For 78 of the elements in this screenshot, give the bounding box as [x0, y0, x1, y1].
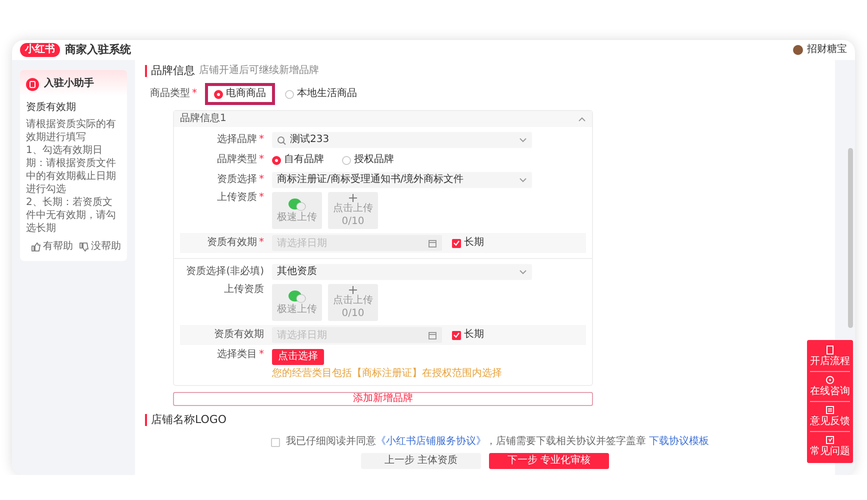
upload-button[interactable]: 点击上传 0/10: [328, 192, 378, 229]
radio-button[interactable]: [214, 90, 223, 98]
float-bar-item[interactable]: 在线咨询: [810, 372, 850, 402]
quick-upload-button[interactable]: 极速上传: [272, 284, 322, 321]
helper-title: 入驻小助手: [44, 78, 94, 90]
field-label: 资质选择: [217, 174, 257, 186]
thumbs-down-icon: [79, 242, 89, 252]
checkbox[interactable]: [452, 330, 461, 340]
field-label: 品牌类型: [217, 154, 257, 166]
next-step-button[interactable]: 下一步 专业化审核: [489, 453, 609, 469]
tip-text: 请根据资质实际的有效期进行填写 1、勾选有效期日期：请根据资质文件中的有效期截止日期进行勾选 2、长期：若资质文件中无有效期，请勾选长期: [26, 118, 117, 235]
chevron-icon: [519, 269, 527, 275]
agreement-link[interactable]: 《小红书店铺服务协议》: [376, 436, 486, 447]
field-label: 选择类目: [217, 349, 257, 361]
required-mark: *: [259, 154, 264, 166]
download-link[interactable]: 下载协议模板: [649, 436, 710, 447]
float-bar-item[interactable]: 开店流程: [810, 342, 850, 372]
thumbs-up-icon: [31, 242, 41, 252]
required-mark: *: [259, 349, 264, 361]
section-hint: 店铺开通后可继续新增品牌: [199, 65, 319, 77]
upload-button[interactable]: 点击上传 0/10: [328, 284, 378, 321]
select-field[interactable]: 其他资质: [272, 264, 532, 280]
quick-upload-button[interactable]: 极速上传: [272, 192, 322, 229]
feedback-button[interactable]: 有帮助: [31, 241, 73, 253]
select-category-button[interactable]: 点击选择: [272, 349, 324, 365]
tip-heading: 资质有效期: [26, 102, 77, 114]
calendar-icon: [428, 330, 437, 340]
required-mark: *: [259, 192, 264, 204]
check-icon: [453, 332, 460, 338]
radio-label: 电商商品: [226, 88, 266, 100]
field-label: 商品类型: [150, 88, 190, 100]
select-field[interactable]: 测试233: [272, 132, 532, 148]
previous-step-button[interactable]: 上一步 主体资质: [361, 453, 481, 469]
field-label: 资质有效期: [214, 329, 264, 341]
select-field[interactable]: 商标注册证/商标受理通知书/境外商标文件: [272, 172, 532, 188]
field-label: 上传资质: [224, 284, 264, 296]
field-label: 选择品牌: [217, 134, 257, 146]
feedback-button[interactable]: 没帮助: [79, 241, 121, 253]
app-title: 商家入驻系统: [65, 43, 131, 57]
document-icon: [825, 345, 835, 355]
chevron-icon: [519, 137, 527, 143]
chat-bubbles-icon: [288, 290, 306, 302]
helper-icon: [26, 78, 39, 90]
form-icon: [825, 405, 835, 415]
plus-icon: [349, 286, 357, 294]
section-title: 品牌信息: [145, 65, 195, 77]
radio-button[interactable]: [342, 156, 351, 164]
checkbox[interactable]: [270, 438, 280, 446]
logo-badge: 小红书: [20, 43, 60, 57]
radio-button[interactable]: [272, 156, 281, 164]
required-mark: *: [259, 134, 264, 146]
checkbox-label: 长期: [464, 329, 484, 341]
plus-icon: [349, 194, 357, 202]
radio-button[interactable]: [285, 90, 294, 98]
required-mark: *: [192, 88, 197, 100]
user-name: 招财糖宝: [807, 44, 847, 56]
required-mark: *: [259, 237, 264, 249]
calendar-icon: [428, 238, 437, 248]
panel-title: 品牌信息1: [180, 113, 226, 125]
radio-label: 本地生活商品: [297, 88, 357, 100]
field-label: 资质有效期: [207, 237, 257, 249]
radio-label: 授权品牌: [354, 154, 394, 166]
chevron-icon: [519, 177, 527, 183]
add-brand-button[interactable]: 添加新增品牌: [173, 392, 593, 406]
check-icon: [453, 240, 460, 246]
float-bar-item[interactable]: 常见问题: [810, 432, 850, 461]
avatar: [793, 45, 803, 55]
float-bar-item[interactable]: 意见反馈: [810, 402, 850, 432]
field-label: 资质选择(非必填): [186, 266, 264, 278]
hint-text: 您的经营类目包括【商标注册证】在授权范围内选择: [272, 368, 502, 380]
field-label: 上传资质: [217, 192, 257, 204]
checkbox[interactable]: [452, 238, 461, 248]
checkbox-label: 长期: [464, 237, 484, 249]
radio-label: 自有品牌: [284, 154, 324, 166]
section-title: 店铺名称LOGO: [145, 414, 227, 426]
required-mark: *: [259, 174, 264, 186]
chat-bubbles-icon: [288, 198, 306, 210]
agreement-text: 我已仔细阅读并同意《小红书店铺服务协议》，店铺需要下载相关协议并签字盖章 下载协议模板: [286, 436, 710, 448]
